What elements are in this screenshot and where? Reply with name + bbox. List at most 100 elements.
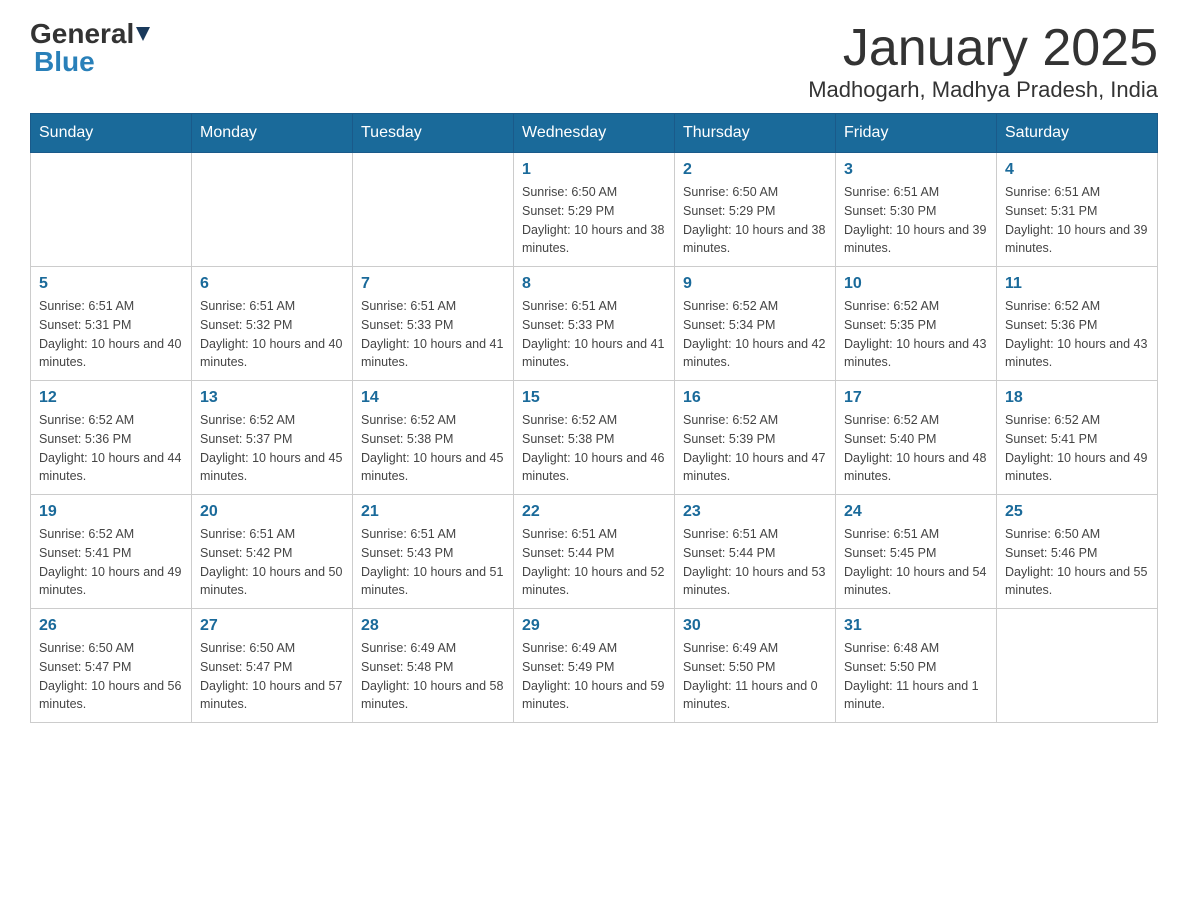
day-number: 9: [683, 275, 827, 293]
day-number: 10: [844, 275, 988, 293]
table-row: [997, 609, 1158, 723]
day-number: 21: [361, 503, 505, 521]
day-info: Sunrise: 6:52 AMSunset: 5:37 PMDaylight:…: [200, 411, 344, 486]
table-row: 15 Sunrise: 6:52 AMSunset: 5:38 PMDayligh…: [514, 381, 675, 495]
day-number: 20: [200, 503, 344, 521]
calendar-header-row: Sunday Monday Tuesday Wednesday Thursday…: [31, 114, 1158, 153]
table-row: 24 Sunrise: 6:51 AMSunset: 5:45 PMDayligh…: [836, 495, 997, 609]
table-row: 12 Sunrise: 6:52 AMSunset: 5:36 PMDayligh…: [31, 381, 192, 495]
table-row: 8 Sunrise: 6:51 AMSunset: 5:33 PMDaylight…: [514, 267, 675, 381]
page-title: January 2025: [808, 20, 1158, 77]
col-monday: Monday: [192, 114, 353, 153]
day-number: 27: [200, 617, 344, 635]
day-number: 15: [522, 389, 666, 407]
day-info: Sunrise: 6:52 AMSunset: 5:38 PMDaylight:…: [522, 411, 666, 486]
day-number: 29: [522, 617, 666, 635]
table-row: 7 Sunrise: 6:51 AMSunset: 5:33 PMDaylight…: [353, 267, 514, 381]
day-info: Sunrise: 6:52 AMSunset: 5:41 PMDaylight:…: [1005, 411, 1149, 486]
calendar-week-row: 5 Sunrise: 6:51 AMSunset: 5:31 PMDaylight…: [31, 267, 1158, 381]
logo-blue-text: Blue: [34, 48, 95, 76]
day-number: 3: [844, 161, 988, 179]
col-sunday: Sunday: [31, 114, 192, 153]
table-row: 29 Sunrise: 6:49 AMSunset: 5:49 PMDayligh…: [514, 609, 675, 723]
day-number: 1: [522, 161, 666, 179]
table-row: 25Sunrise: 6:50 AMSunset: 5:46 PMDayligh…: [997, 495, 1158, 609]
day-number: 8: [522, 275, 666, 293]
day-number: 24: [844, 503, 988, 521]
col-wednesday: Wednesday: [514, 114, 675, 153]
day-number: 28: [361, 617, 505, 635]
col-thursday: Thursday: [675, 114, 836, 153]
calendar-table: Sunday Monday Tuesday Wednesday Thursday…: [30, 113, 1158, 723]
day-info: Sunrise: 6:51 AMSunset: 5:31 PMDaylight:…: [39, 297, 183, 372]
day-number: 13: [200, 389, 344, 407]
day-info: Sunrise: 6:51 AMSunset: 5:43 PMDaylight:…: [361, 525, 505, 600]
day-info: Sunrise: 6:48 AMSunset: 5:50 PMDaylight:…: [844, 639, 988, 714]
table-row: 14Sunrise: 6:52 AMSunset: 5:38 PMDayligh…: [353, 381, 514, 495]
table-row: [353, 153, 514, 267]
day-info: Sunrise: 6:50 AMSunset: 5:47 PMDaylight:…: [200, 639, 344, 714]
day-number: 31: [844, 617, 988, 635]
table-row: 17Sunrise: 6:52 AMSunset: 5:40 PMDayligh…: [836, 381, 997, 495]
day-number: 25: [1005, 503, 1149, 521]
day-info: Sunrise: 6:51 AMSunset: 5:33 PMDaylight:…: [361, 297, 505, 372]
day-number: 11: [1005, 275, 1149, 293]
day-info: Sunrise: 6:51 AMSunset: 5:44 PMDaylight:…: [522, 525, 666, 600]
day-number: 19: [39, 503, 183, 521]
table-row: 27 Sunrise: 6:50 AMSunset: 5:47 PMDayligh…: [192, 609, 353, 723]
table-row: 28 Sunrise: 6:49 AMSunset: 5:48 PMDayligh…: [353, 609, 514, 723]
table-row: 6 Sunrise: 6:51 AMSunset: 5:32 PMDaylight…: [192, 267, 353, 381]
day-number: 7: [361, 275, 505, 293]
day-number: 23: [683, 503, 827, 521]
day-number: 14: [361, 389, 505, 407]
table-row: 21 Sunrise: 6:51 AMSunset: 5:43 PMDayligh…: [353, 495, 514, 609]
page-header: General Blue January 2025 Madhogarh, Mad…: [30, 20, 1158, 103]
table-row: 11 Sunrise: 6:52 AMSunset: 5:36 PMDayligh…: [997, 267, 1158, 381]
table-row: 1 Sunrise: 6:50 AMSunset: 5:29 PMDaylight…: [514, 153, 675, 267]
table-row: 2 Sunrise: 6:50 AMSunset: 5:29 PMDaylight…: [675, 153, 836, 267]
day-info: Sunrise: 6:51 AMSunset: 5:45 PMDaylight:…: [844, 525, 988, 600]
calendar-week-row: 26Sunrise: 6:50 AMSunset: 5:47 PMDayligh…: [31, 609, 1158, 723]
day-info: Sunrise: 6:50 AMSunset: 5:29 PMDaylight:…: [683, 183, 827, 258]
table-row: 18Sunrise: 6:52 AMSunset: 5:41 PMDayligh…: [997, 381, 1158, 495]
day-info: Sunrise: 6:52 AMSunset: 5:36 PMDaylight:…: [1005, 297, 1149, 372]
day-info: Sunrise: 6:51 AMSunset: 5:32 PMDaylight:…: [200, 297, 344, 372]
day-info: Sunrise: 6:52 AMSunset: 5:36 PMDaylight:…: [39, 411, 183, 486]
calendar-week-row: 19 Sunrise: 6:52 AMSunset: 5:41 PMDayligh…: [31, 495, 1158, 609]
col-friday: Friday: [836, 114, 997, 153]
day-info: Sunrise: 6:51 AMSunset: 5:31 PMDaylight:…: [1005, 183, 1149, 258]
day-number: 6: [200, 275, 344, 293]
logo-arrow-icon: [134, 25, 152, 43]
day-info: Sunrise: 6:50 AMSunset: 5:47 PMDaylight:…: [39, 639, 183, 714]
logo-general-text: General: [30, 20, 134, 48]
day-number: 12: [39, 389, 183, 407]
day-info: Sunrise: 6:51 AMSunset: 5:33 PMDaylight:…: [522, 297, 666, 372]
col-saturday: Saturday: [997, 114, 1158, 153]
day-info: Sunrise: 6:52 AMSunset: 5:34 PMDaylight:…: [683, 297, 827, 372]
page-subtitle: Madhogarh, Madhya Pradesh, India: [808, 77, 1158, 103]
day-info: Sunrise: 6:52 AMSunset: 5:35 PMDaylight:…: [844, 297, 988, 372]
table-row: 5 Sunrise: 6:51 AMSunset: 5:31 PMDaylight…: [31, 267, 192, 381]
table-row: 19 Sunrise: 6:52 AMSunset: 5:41 PMDayligh…: [31, 495, 192, 609]
calendar-week-row: 12 Sunrise: 6:52 AMSunset: 5:36 PMDayligh…: [31, 381, 1158, 495]
table-row: 23 Sunrise: 6:51 AMSunset: 5:44 PMDayligh…: [675, 495, 836, 609]
day-info: Sunrise: 6:50 AMSunset: 5:29 PMDaylight:…: [522, 183, 666, 258]
day-info: Sunrise: 6:51 AMSunset: 5:30 PMDaylight:…: [844, 183, 988, 258]
table-row: [192, 153, 353, 267]
table-row: 22Sunrise: 6:51 AMSunset: 5:44 PMDayligh…: [514, 495, 675, 609]
day-info: Sunrise: 6:52 AMSunset: 5:39 PMDaylight:…: [683, 411, 827, 486]
day-info: Sunrise: 6:52 AMSunset: 5:41 PMDaylight:…: [39, 525, 183, 600]
table-row: 16 Sunrise: 6:52 AMSunset: 5:39 PMDayligh…: [675, 381, 836, 495]
day-number: 5: [39, 275, 183, 293]
table-row: 3 Sunrise: 6:51 AMSunset: 5:30 PMDaylight…: [836, 153, 997, 267]
day-number: 2: [683, 161, 827, 179]
day-info: Sunrise: 6:51 AMSunset: 5:44 PMDaylight:…: [683, 525, 827, 600]
day-info: Sunrise: 6:49 AMSunset: 5:48 PMDaylight:…: [361, 639, 505, 714]
title-block: January 2025 Madhogarh, Madhya Pradesh, …: [808, 20, 1158, 103]
logo: General Blue: [30, 20, 152, 76]
day-info: Sunrise: 6:49 AMSunset: 5:49 PMDaylight:…: [522, 639, 666, 714]
table-row: [31, 153, 192, 267]
table-row: 26Sunrise: 6:50 AMSunset: 5:47 PMDayligh…: [31, 609, 192, 723]
calendar-week-row: 1 Sunrise: 6:50 AMSunset: 5:29 PMDaylight…: [31, 153, 1158, 267]
day-number: 16: [683, 389, 827, 407]
